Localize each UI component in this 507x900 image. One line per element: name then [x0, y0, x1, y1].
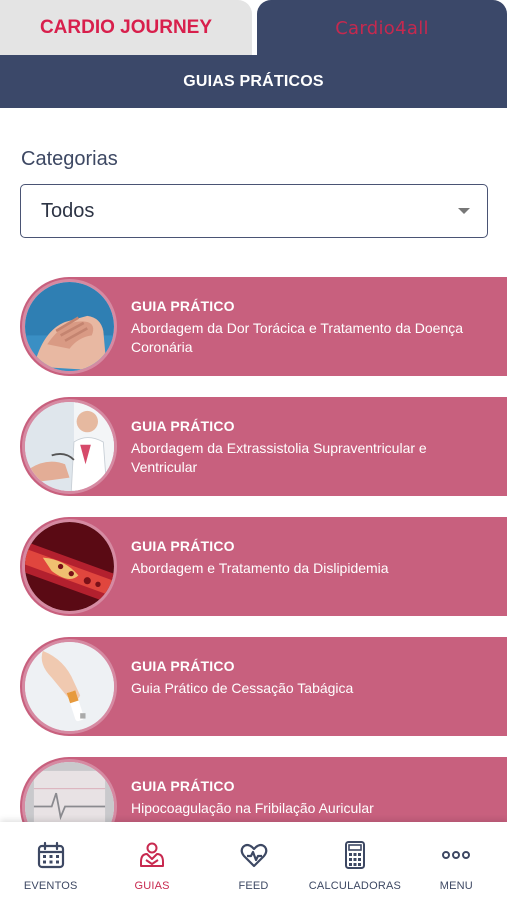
guide-title: Abordagem da Dor Torácica e Tratamento d… [131, 320, 464, 355]
guide-title: Abordagem da Extrassistolia Supraventric… [131, 440, 427, 475]
guide-title: Abordagem e Tratamento da Dislipidemia [131, 560, 389, 576]
guide-kicker: GUIA PRÁTICO [131, 658, 235, 674]
guide-card[interactable]: GUIA PRÁTICO Guia Prático de Cessação Ta… [20, 637, 507, 736]
guide-title: Hipocoagulação na Fribilação Auricular [131, 800, 374, 816]
ecg-strip-image [22, 759, 117, 822]
calendar-icon [37, 841, 64, 869]
guide-title: Guia Prático de Cessação Tabágica [131, 680, 354, 696]
more-dots-icon [442, 851, 471, 859]
nav-label: EVENTOS [23, 880, 78, 892]
nav-label: CALCULADORAS [308, 880, 402, 892]
guide-kicker: GUIA PRÁTICO [131, 298, 235, 314]
guide-card[interactable]: GUIA PRÁTICO Abordagem da Extrassistolia… [20, 397, 507, 496]
guide-kicker: GUIA PRÁTICO [131, 778, 235, 794]
cigarette-image [22, 639, 117, 734]
category-select-value: Todos [41, 199, 95, 222]
guide-kicker: GUIA PRÁTICO [131, 418, 235, 434]
category-select[interactable]: Todos [20, 184, 488, 238]
guide-list[interactable]: GUIA PRÁTICO Abordagem da Dor Torácica e… [0, 277, 507, 822]
page-header: GUIAS PRÁTICOS [0, 55, 507, 108]
calculator-icon [344, 841, 365, 869]
nav-eventos[interactable]: EVENTOS [0, 822, 101, 900]
guide-card[interactable]: GUIA PRÁTICO Abordagem e Tratamento da D… [20, 517, 507, 616]
nav-label: FEED [238, 880, 269, 892]
guide-card[interactable]: GUIA PRÁTICO Hipocoagulação na Fribilaçã… [20, 757, 507, 822]
bottom-nav: EVENTOS GUIAS FEED CALCULADORAS MENU [0, 822, 507, 900]
categories-label: Categorias [21, 148, 118, 170]
guide-hands-icon [140, 842, 165, 867]
nav-menu[interactable]: MENU [406, 822, 507, 900]
chevron-down-icon [458, 208, 470, 214]
nav-guias[interactable]: GUIAS [101, 822, 202, 900]
nav-label: MENU [439, 880, 473, 892]
guide-card[interactable]: GUIA PRÁTICO Abordagem da Dor Torácica e… [20, 277, 507, 376]
nav-feed[interactable]: FEED [203, 822, 304, 900]
top-tabs: CARDIO JOURNEY Cardio4all [0, 0, 507, 56]
nav-label: GUIAS [134, 880, 170, 892]
app-screen: CARDIO JOURNEY Cardio4all GUIAS PRÁTICOS… [0, 0, 507, 900]
artery-plaque-image [22, 519, 117, 614]
guide-kicker: GUIA PRÁTICO [131, 538, 235, 554]
doctor-patient-image [22, 399, 117, 494]
heart-pulse-icon [240, 843, 267, 868]
page-title: GUIAS PRÁTICOS [183, 72, 324, 90]
nav-calculadoras[interactable]: CALCULADORAS [304, 822, 405, 900]
tab-cardio4all[interactable]: Cardio4all [257, 0, 507, 56]
tab-cardio-journey[interactable]: CARDIO JOURNEY [0, 0, 252, 56]
chest-pain-image [22, 279, 117, 374]
